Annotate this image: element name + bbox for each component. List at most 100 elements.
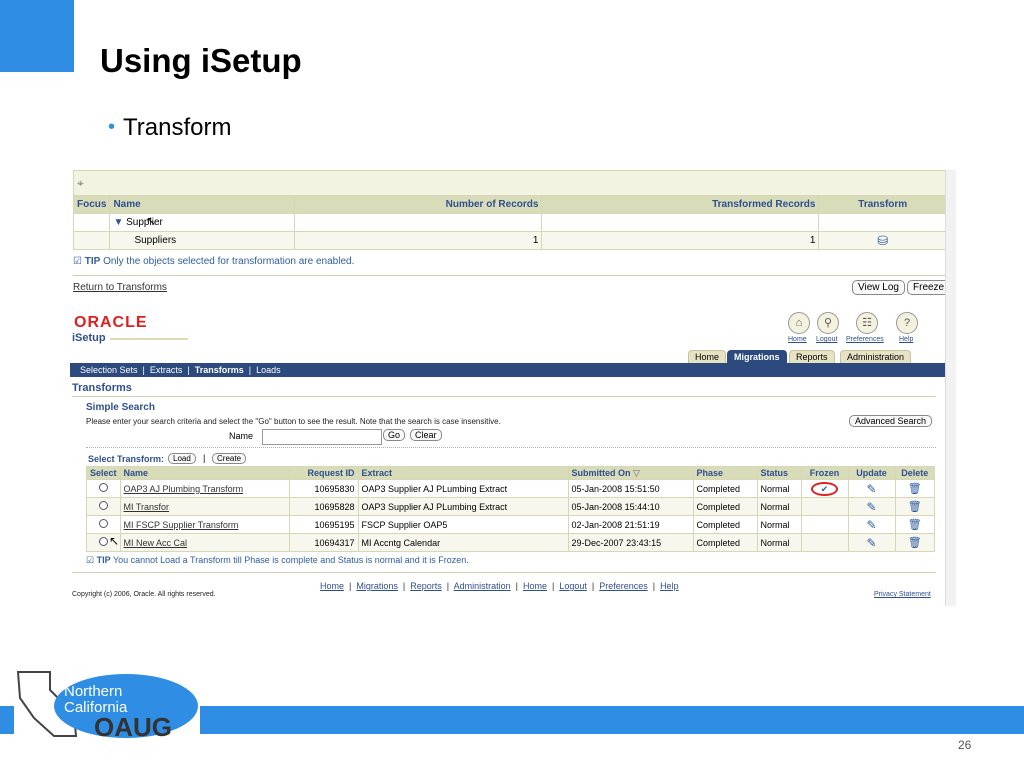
footer-reports-link[interactable]: Reports xyxy=(410,581,442,591)
subnav-selection-sets[interactable]: Selection Sets xyxy=(80,365,138,375)
footer-home-link[interactable]: Home xyxy=(320,581,344,591)
page-number: 26 xyxy=(958,738,972,752)
mouse-cursor-icon: ↖ xyxy=(109,534,120,548)
col-transformed-records: Transformed Records xyxy=(541,195,820,214)
logout-icon[interactable]: ⚲ xyxy=(817,312,839,334)
transformed-cell: 1 xyxy=(541,231,820,250)
load-button[interactable]: Load xyxy=(168,453,196,464)
tab-migrations[interactable]: Migrations xyxy=(727,350,787,364)
col-number-of-records: Number of Records xyxy=(294,195,543,214)
update-pencil-icon[interactable]: ✎ xyxy=(867,518,877,532)
update-pencil-icon[interactable]: ✎ xyxy=(867,500,877,514)
view-log-button[interactable]: View Log xyxy=(852,280,905,295)
col-submitted-on[interactable]: Submitted On ▽ xyxy=(567,466,694,480)
page-title: Transforms xyxy=(72,382,132,394)
home-icon[interactable]: ⌂ xyxy=(788,312,810,334)
col-name: Name xyxy=(109,195,296,214)
separator: | xyxy=(203,453,206,463)
col-request-id[interactable]: Request ID xyxy=(288,466,359,480)
footer-migrations-link[interactable]: Migrations xyxy=(356,581,398,591)
subnav-bar: Selection Sets | Extracts | Transforms |… xyxy=(70,363,946,377)
col-select: Select xyxy=(86,466,121,480)
table-row: MI New Acc Cal 10694317 MI Accntg Calend… xyxy=(86,533,936,552)
footer-preferences-link[interactable]: Preferences xyxy=(599,581,648,591)
col-frozen: Frozen xyxy=(800,466,849,480)
preferences-link[interactable]: Preferences xyxy=(846,336,884,343)
frozen-check-icon: ✔ xyxy=(810,481,839,496)
footer-help-link[interactable]: Help xyxy=(660,581,679,591)
mouse-cursor-icon: ↖ xyxy=(146,214,157,228)
clear-button[interactable]: Clear xyxy=(410,429,442,441)
transform-name-link[interactable]: MI New Acc Cal xyxy=(124,538,188,548)
transform-name-link[interactable]: MI FSCP Supplier Transform xyxy=(124,520,239,530)
subnav-loads[interactable]: Loads xyxy=(256,365,281,375)
bullet-item: • Transform xyxy=(108,114,231,142)
collapse-triangle-icon[interactable]: ▼ xyxy=(113,217,123,228)
footer-home-link-2[interactable]: Home xyxy=(523,581,547,591)
isetup-screenshot: ⌖ Focus Name Number of Records Transform… xyxy=(70,170,955,606)
focus-toolbar: ⌖ xyxy=(73,170,947,196)
logout-link[interactable]: Logout xyxy=(816,336,837,343)
table-row: MI FSCP Supplier Transform 10695195 FSCP… xyxy=(86,515,936,534)
row-select-radio[interactable] xyxy=(98,501,108,510)
col-focus: Focus xyxy=(72,195,111,214)
footer-logout-link[interactable]: Logout xyxy=(559,581,587,591)
tab-home[interactable]: Home xyxy=(688,350,727,364)
help-icon[interactable]: ? xyxy=(896,312,918,334)
transforms-table: Select Name Request ID Extract Submitted… xyxy=(86,466,936,552)
go-button[interactable]: Go xyxy=(383,429,406,441)
tree-node-supplier[interactable]: ▼ Supplier xyxy=(109,213,296,232)
footer-administration-link[interactable]: Administration xyxy=(454,581,511,591)
delete-trash-icon[interactable]: 🗑 xyxy=(908,519,922,531)
privacy-statement-link[interactable]: Privacy Statement xyxy=(874,591,931,598)
help-link[interactable]: Help xyxy=(899,336,913,343)
select-transform-label: Select Transform: xyxy=(88,454,165,464)
col-delete: Delete xyxy=(894,466,936,480)
home-link[interactable]: Home xyxy=(788,336,807,343)
row-select-radio[interactable] xyxy=(98,519,108,528)
delete-trash-icon[interactable]: 🗑 xyxy=(908,483,922,495)
focus-crosshair-icon[interactable]: ⌖ xyxy=(77,176,84,190)
transform-name-link[interactable]: OAP3 AJ Plumbing Transform xyxy=(124,484,244,494)
corner-accent-block xyxy=(0,0,74,72)
subnav-extracts[interactable]: Extracts xyxy=(150,365,183,375)
create-button[interactable]: Create xyxy=(212,453,247,464)
return-to-transforms-link[interactable]: Return to Transforms xyxy=(73,282,167,293)
col-transform: Transform xyxy=(818,195,947,214)
transform-objects-table: ⌖ Focus Name Number of Records Transform… xyxy=(72,170,947,250)
col-phase[interactable]: Phase xyxy=(692,466,758,480)
transform-name-link[interactable]: MI Transfor xyxy=(124,502,170,512)
northern-california-oaug-logo: Northern California OAUG xyxy=(14,668,200,742)
tip-message: ☑ TIP Only the objects selected for tran… xyxy=(73,256,355,267)
transform-db-icon[interactable]: ⛁ xyxy=(877,233,888,248)
bullet-text: Transform xyxy=(123,114,232,141)
preferences-icon[interactable]: ☷ xyxy=(856,312,878,334)
col-name[interactable]: Name xyxy=(119,466,290,480)
tab-reports[interactable]: Reports xyxy=(789,350,835,364)
name-search-input[interactable] xyxy=(262,429,382,445)
freeze-button[interactable]: Freeze xyxy=(907,280,951,295)
col-extract[interactable]: Extract xyxy=(357,466,569,480)
tip-message: ☑ TIP You cannot Load a Transform till P… xyxy=(86,555,469,565)
update-pencil-icon[interactable]: ✎ xyxy=(867,536,877,550)
row-select-radio[interactable] xyxy=(98,537,108,546)
divider xyxy=(73,275,947,276)
tab-administration[interactable]: Administration xyxy=(840,350,912,364)
col-status[interactable]: Status xyxy=(756,466,802,480)
table-row: OAP3 AJ Plumbing Transform 10695830 OAP3… xyxy=(86,479,936,498)
dotted-divider xyxy=(86,447,936,448)
update-pencil-icon[interactable]: ✎ xyxy=(867,482,877,496)
scrollbar[interactable] xyxy=(945,170,956,606)
delete-trash-icon[interactable]: 🗑 xyxy=(908,501,922,513)
delete-trash-icon[interactable]: 🗑 xyxy=(908,537,922,549)
records-cell: 1 xyxy=(294,231,543,250)
logo-line3: OAUG xyxy=(94,712,172,740)
advanced-search-button[interactable]: Advanced Search xyxy=(849,415,933,427)
footer-links: Home | Migrations | Reports | Administra… xyxy=(320,581,679,591)
row-select-radio[interactable] xyxy=(98,483,108,492)
col-update: Update xyxy=(847,466,896,480)
simple-search-title: Simple Search xyxy=(86,402,155,413)
oracle-logo: ORACLE xyxy=(74,314,148,331)
subnav-transforms[interactable]: Transforms xyxy=(195,365,244,375)
tree-leaf-suppliers: Suppliers xyxy=(109,231,296,250)
